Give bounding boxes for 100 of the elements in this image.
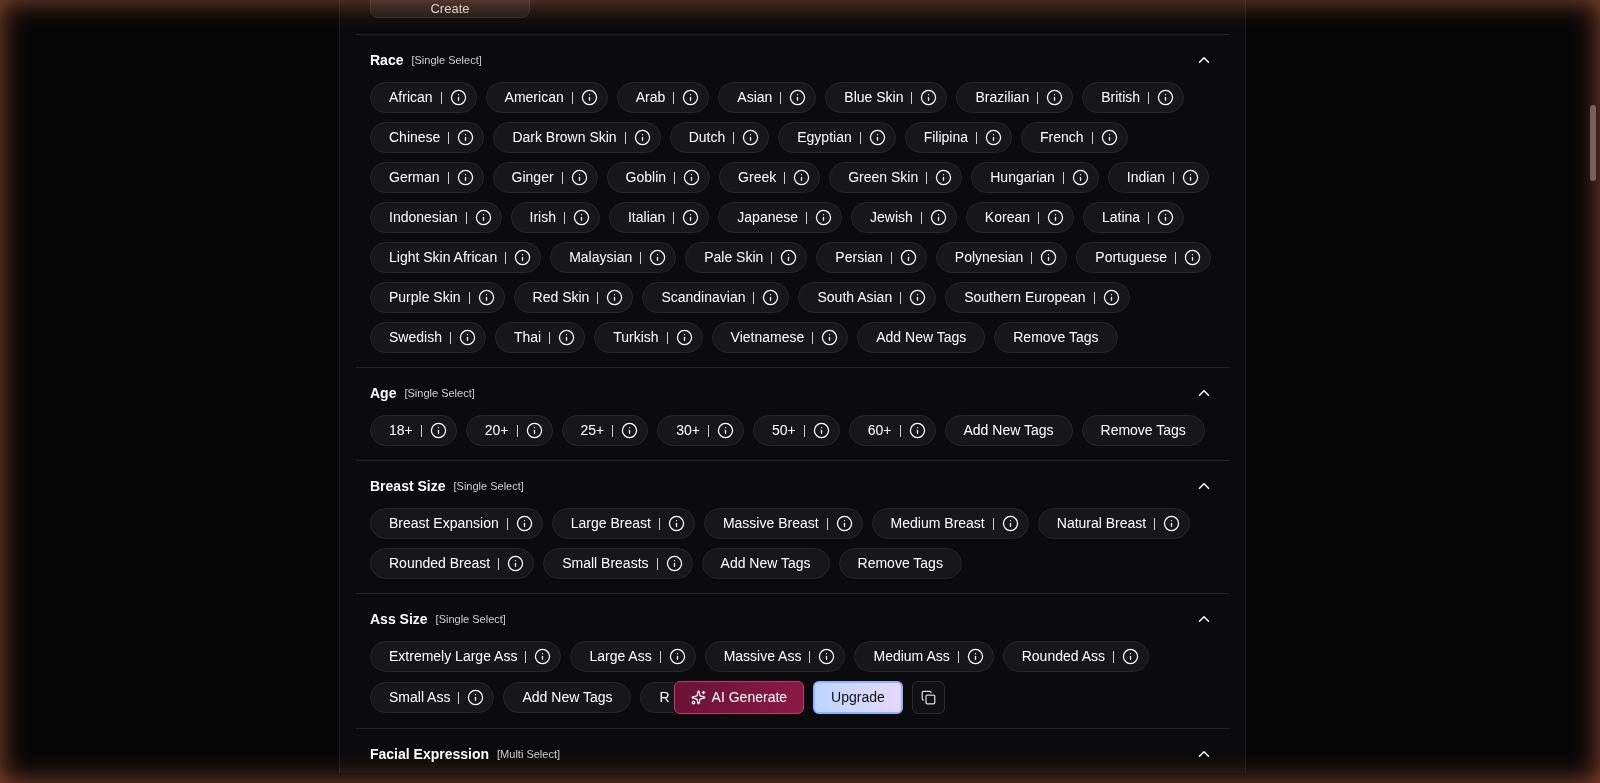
info-icon[interactable] [649, 249, 667, 266]
tag-chip[interactable]: Thai [494, 322, 586, 353]
tag-chip[interactable]: Greek [719, 162, 821, 193]
tag-chip[interactable]: 18+ [370, 415, 457, 446]
info-icon[interactable] [818, 648, 836, 665]
tag-chip[interactable]: Indonesian [370, 202, 502, 233]
info-icon[interactable] [793, 169, 811, 186]
copy-button[interactable] [911, 681, 945, 714]
info-icon[interactable] [920, 89, 938, 106]
tag-chip[interactable]: Purple Skin [370, 282, 505, 313]
info-icon[interactable] [1157, 209, 1175, 226]
info-icon[interactable] [1047, 209, 1064, 226]
info-icon[interactable] [456, 169, 474, 186]
info-icon[interactable] [835, 515, 853, 532]
info-icon[interactable] [899, 249, 917, 266]
info-icon[interactable] [1183, 249, 1201, 266]
tag-chip[interactable]: Small Ass [370, 682, 495, 713]
tag-chip[interactable]: Brazilian [956, 82, 1074, 113]
info-icon[interactable] [812, 422, 830, 439]
tag-chip[interactable]: Natural Breast [1037, 508, 1191, 539]
info-icon[interactable] [515, 515, 533, 532]
tag-chip[interactable]: Dark Brown Skin [493, 122, 661, 153]
info-icon[interactable] [467, 689, 485, 706]
tag-chip[interactable]: South Asian [798, 282, 937, 313]
tag-chip[interactable]: Ginger [492, 162, 598, 193]
info-icon[interactable] [633, 129, 651, 146]
tag-chip[interactable]: Breast Expansion [370, 508, 543, 539]
tag-chip[interactable]: Blue Skin [825, 82, 948, 113]
tag-action-button[interactable]: Remove Tags [1081, 415, 1205, 446]
tag-action-button[interactable]: Add New Tags [857, 322, 986, 353]
info-icon[interactable] [580, 89, 598, 106]
info-icon[interactable] [682, 209, 700, 226]
info-icon[interactable] [780, 249, 798, 266]
tag-chip[interactable]: Chinese [370, 122, 485, 153]
tag-chip[interactable]: 25+ [561, 415, 649, 446]
tag-chip[interactable]: Jewish [851, 202, 957, 233]
tag-chip[interactable]: Medium Ass [854, 641, 994, 672]
tag-chip[interactable]: Southern European [945, 282, 1130, 313]
tag-action-button[interactable]: Add New Tags [944, 415, 1073, 446]
tag-chip[interactable]: Hungarian [971, 162, 1099, 193]
tag-chip[interactable]: Red Skin [513, 282, 634, 313]
tag-chip[interactable]: Latina [1083, 202, 1185, 233]
info-icon[interactable] [868, 129, 886, 146]
info-icon[interactable] [985, 129, 1003, 146]
info-icon[interactable] [683, 169, 701, 186]
tag-action-button[interactable]: Remove Tags [994, 322, 1118, 353]
tag-chip[interactable]: African [370, 82, 477, 113]
info-icon[interactable] [1122, 648, 1139, 665]
tag-chip[interactable]: Italian [608, 202, 710, 233]
tag-chip[interactable]: Pale Skin [685, 242, 808, 273]
info-icon[interactable] [665, 555, 683, 572]
info-icon[interactable] [908, 422, 926, 439]
info-icon[interactable] [1157, 89, 1175, 106]
tag-chip[interactable]: 50+ [753, 415, 840, 446]
info-icon[interactable] [1001, 515, 1019, 532]
tag-chip[interactable]: Medium Breast [871, 508, 1029, 539]
tag-chip[interactable]: Indian [1107, 162, 1209, 193]
tag-chip[interactable]: Filipina [904, 122, 1013, 153]
tag-chip[interactable]: Green Skin [829, 162, 963, 193]
tag-chip[interactable]: Rounded Breast [370, 548, 535, 579]
tag-chip[interactable]: American [485, 82, 608, 113]
tag-chip[interactable]: Massive Ass [704, 641, 846, 672]
tag-chip[interactable]: Extremely Large Ass [370, 641, 562, 672]
info-icon[interactable] [429, 422, 447, 439]
info-icon[interactable] [675, 329, 693, 346]
info-icon[interactable] [570, 169, 588, 186]
tag-chip[interactable]: Rounded Ass [1002, 641, 1149, 672]
tag-chip[interactable]: Portuguese [1076, 242, 1211, 273]
tag-chip[interactable]: Egyptian [778, 122, 896, 153]
tag-chip[interactable]: Light Skin African [370, 242, 542, 273]
info-icon[interactable] [507, 555, 525, 572]
info-icon[interactable] [572, 209, 590, 226]
upgrade-button[interactable]: Upgrade [813, 681, 903, 714]
info-icon[interactable] [558, 329, 576, 346]
tag-chip[interactable]: Massive Breast [703, 508, 863, 539]
info-icon[interactable] [1182, 169, 1199, 186]
info-icon[interactable] [458, 329, 476, 346]
tag-action-button[interactable]: Remove Tags [838, 548, 962, 579]
tag-chip[interactable]: French [1021, 122, 1128, 153]
info-icon[interactable] [667, 515, 685, 532]
tag-chip[interactable]: Arab [616, 82, 710, 113]
tag-chip[interactable]: Polynesian [935, 242, 1068, 273]
info-icon[interactable] [929, 209, 947, 226]
tag-chip[interactable]: Vietnamese [711, 322, 849, 353]
info-icon[interactable] [457, 129, 475, 146]
tag-action-button[interactable]: R [640, 682, 674, 713]
info-icon[interactable] [449, 89, 467, 106]
ai-generate-button[interactable]: AI Generate [673, 681, 805, 714]
tag-chip[interactable]: Swedish [370, 322, 486, 353]
tag-chip[interactable]: Large Ass [570, 641, 696, 672]
tag-action-button[interactable]: Add New Tags [701, 548, 830, 579]
info-icon[interactable] [717, 422, 734, 439]
tag-chip[interactable]: Persian [816, 242, 927, 273]
tag-chip[interactable]: 20+ [465, 415, 553, 446]
info-icon[interactable] [668, 648, 686, 665]
info-icon[interactable] [815, 209, 833, 226]
tag-chip[interactable]: Large Breast [551, 508, 695, 539]
tag-chip[interactable]: Turkish [594, 322, 703, 353]
info-icon[interactable] [1040, 249, 1058, 266]
tag-chip[interactable]: Small Breasts [543, 548, 693, 579]
